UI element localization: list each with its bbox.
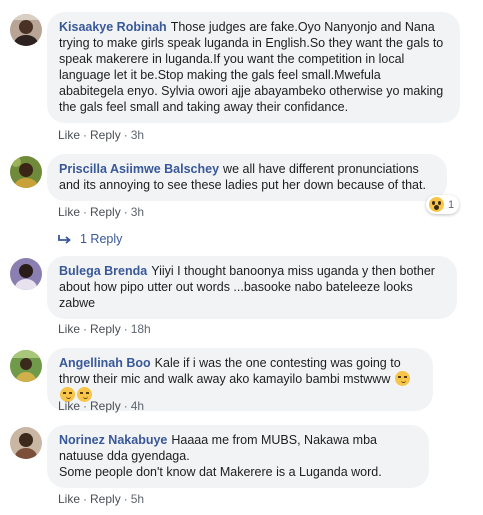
comment-bubble: Kisaakye Robinah Those judges are fake.Oy… bbox=[47, 12, 460, 123]
view-replies-link[interactable]: 1 Reply bbox=[58, 232, 122, 246]
like-link[interactable]: Like bbox=[58, 492, 80, 506]
separator: · bbox=[83, 128, 88, 142]
comment-author[interactable]: Norinez Nakabuye bbox=[59, 433, 167, 447]
comment-actions: Like · Reply · 4h bbox=[58, 399, 144, 413]
separator: · bbox=[123, 205, 128, 219]
reply-link[interactable]: Reply bbox=[90, 492, 121, 506]
reply-link[interactable]: Reply bbox=[90, 322, 121, 336]
separator: · bbox=[83, 322, 88, 336]
comment-author[interactable]: Bulega Brenda bbox=[59, 264, 147, 278]
avatar-photo bbox=[10, 427, 42, 459]
like-link[interactable]: Like bbox=[58, 322, 80, 336]
avatar[interactable] bbox=[10, 14, 42, 46]
comment-timestamp[interactable]: 3h bbox=[131, 128, 144, 142]
comment-actions: Like · Reply · 3h bbox=[58, 205, 144, 219]
avatar[interactable] bbox=[10, 156, 42, 188]
avatar[interactable] bbox=[10, 350, 42, 382]
avatar-photo bbox=[10, 156, 42, 188]
comment-text: Those judges are fake.Oyo Nanyonjo and N… bbox=[59, 20, 444, 114]
separator: · bbox=[123, 492, 128, 506]
separator: · bbox=[83, 492, 88, 506]
comment-author[interactable]: Priscilla Asiimwe Balschey bbox=[59, 162, 219, 176]
reaction-summary[interactable]: 1 bbox=[426, 195, 460, 214]
like-link[interactable]: Like bbox=[58, 128, 80, 142]
reply-link[interactable]: Reply bbox=[90, 399, 121, 413]
comment-timestamp[interactable]: 3h bbox=[131, 205, 144, 219]
comment-bubble: Priscilla Asiimwe Balschey we all have di… bbox=[47, 154, 447, 201]
comment-timestamp[interactable]: 4h bbox=[131, 399, 144, 413]
reply-arrow-icon bbox=[58, 235, 71, 244]
comment-timestamp[interactable]: 18h bbox=[131, 322, 151, 336]
reaction-count: 1 bbox=[448, 198, 455, 211]
comment-bubble: Bulega Brenda Yiiyi I thought banoonya mi… bbox=[47, 256, 457, 319]
comment-actions: Like · Reply · 18h bbox=[58, 322, 151, 336]
comment-author[interactable]: Kisaakye Robinah bbox=[59, 20, 167, 34]
replies-label: 1 Reply bbox=[80, 232, 123, 246]
separator: · bbox=[123, 128, 128, 142]
avatar[interactable] bbox=[10, 258, 42, 290]
comment-timestamp[interactable]: 5h bbox=[131, 492, 144, 506]
separator: · bbox=[83, 399, 88, 413]
comment-actions: Like · Reply · 3h bbox=[58, 128, 144, 142]
separator: · bbox=[83, 205, 88, 219]
separator: · bbox=[123, 322, 128, 336]
comment-actions: Like · Reply · 5h bbox=[58, 492, 144, 506]
wow-reaction-icon bbox=[429, 197, 444, 212]
reply-link[interactable]: Reply bbox=[90, 205, 121, 219]
like-link[interactable]: Like bbox=[58, 399, 80, 413]
avatar-photo bbox=[10, 258, 42, 290]
avatar-photo bbox=[10, 14, 42, 46]
separator: · bbox=[123, 399, 128, 413]
comment-bubble: Norinez Nakabuye Haaaa me from MUBS, Naka… bbox=[47, 425, 429, 488]
reply-link[interactable]: Reply bbox=[90, 128, 121, 142]
comment-author[interactable]: Angellinah Boo bbox=[59, 356, 151, 370]
avatar-photo bbox=[10, 350, 42, 382]
like-link[interactable]: Like bbox=[58, 205, 80, 219]
avatar[interactable] bbox=[10, 427, 42, 459]
smirk-emoji-icon bbox=[394, 371, 410, 386]
